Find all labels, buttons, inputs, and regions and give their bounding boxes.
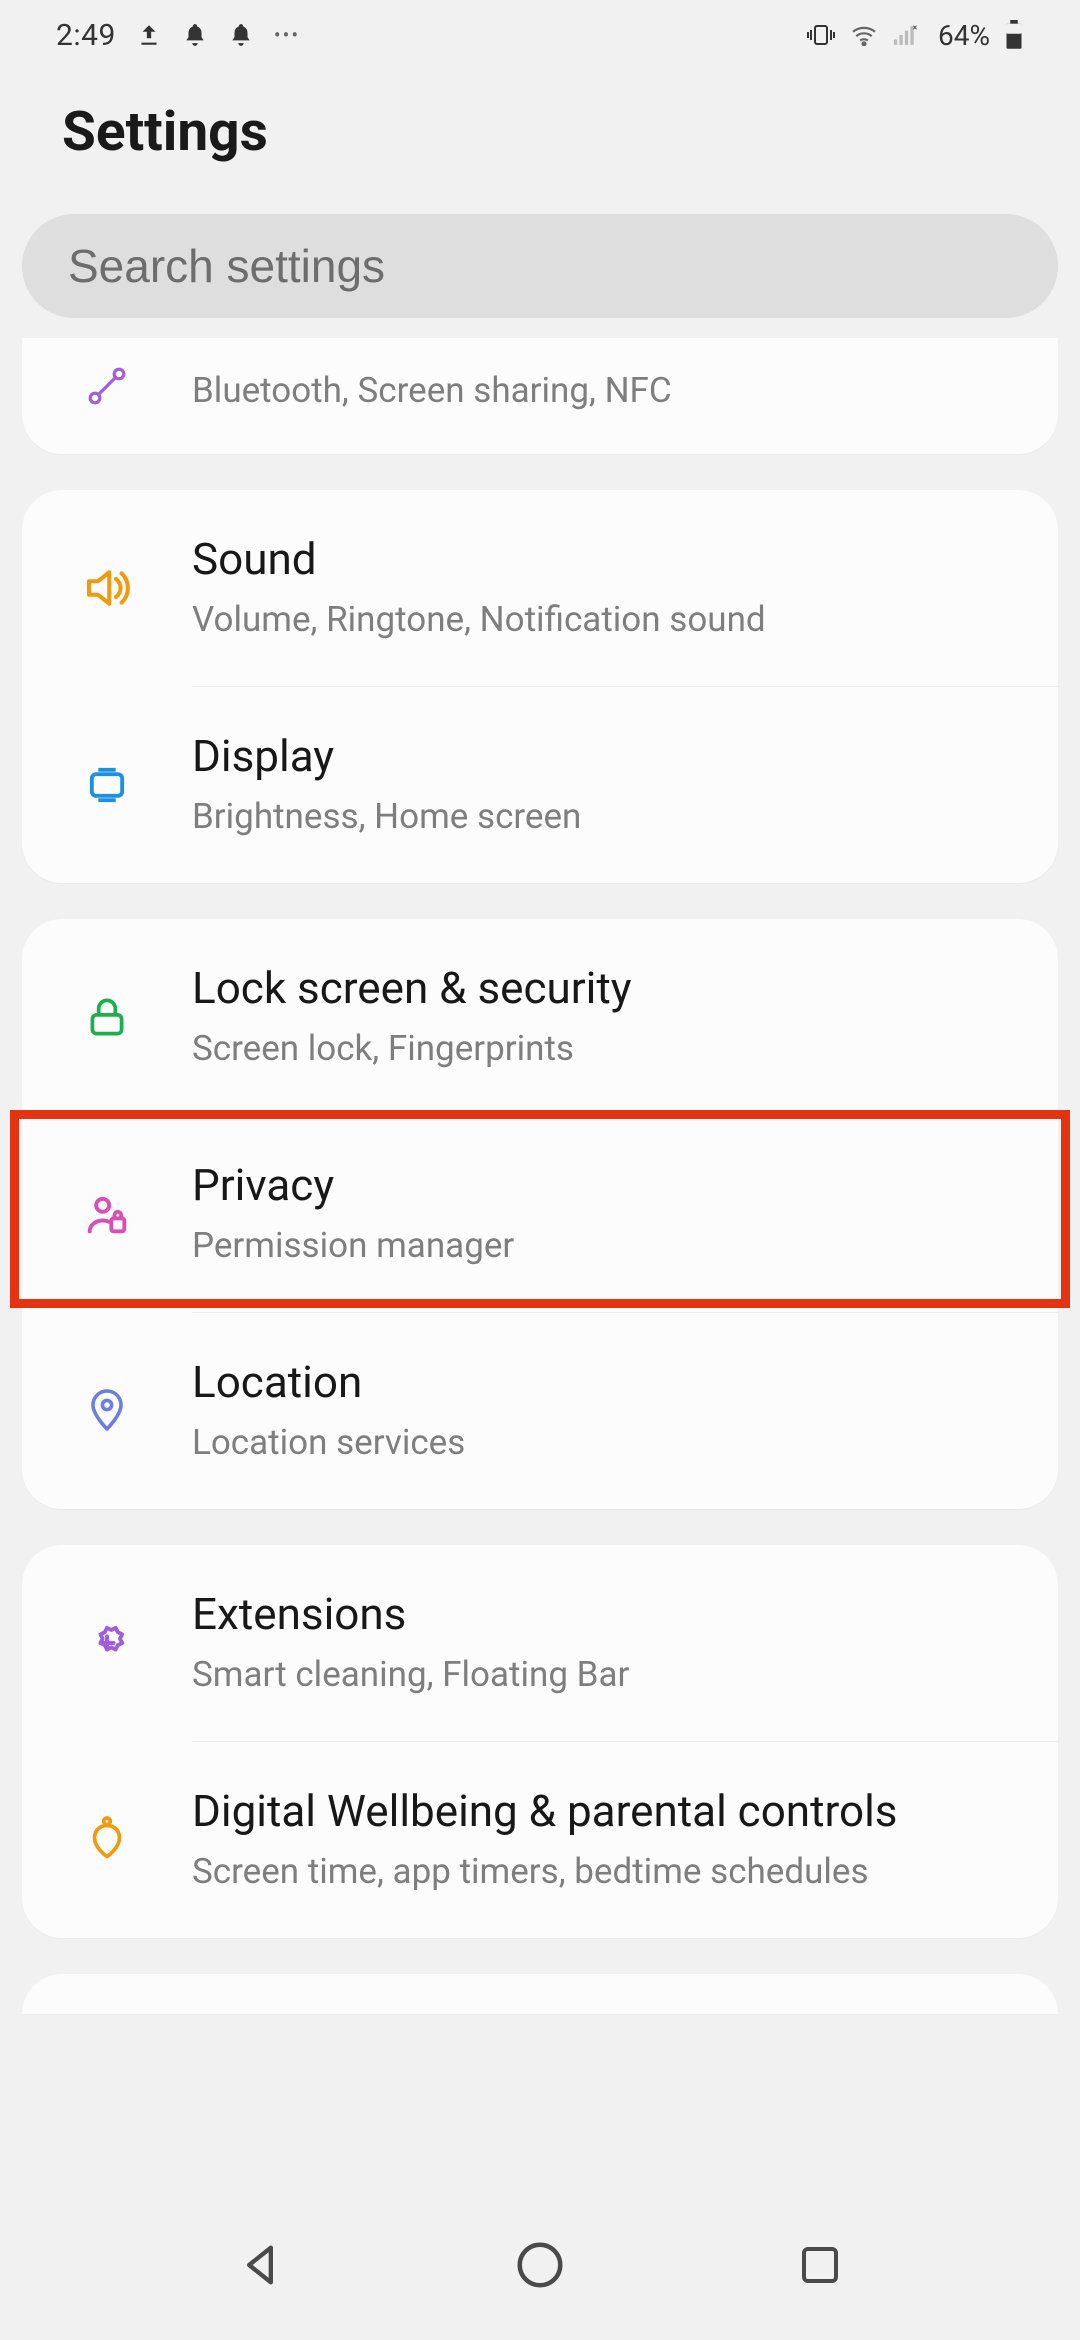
row-location[interactable]: Location Location services [22, 1313, 1058, 1509]
sound-icon [80, 561, 134, 615]
settings-list: Bluetooth, Screen sharing, NFC Sound Vol… [0, 338, 1080, 2044]
vibrate-icon [806, 22, 836, 48]
svg-text:×: × [913, 24, 918, 34]
lock-icon [82, 992, 132, 1042]
row-lock-screen[interactable]: Lock screen & security Screen lock, Fing… [22, 919, 1058, 1115]
row-display[interactable]: Display Brightness, Home screen [22, 687, 1058, 883]
row-privacy[interactable]: Privacy Permission manager [22, 1116, 1058, 1312]
status-clock: 2:49 [56, 18, 116, 53]
upload-icon [136, 22, 162, 48]
share-icon [83, 362, 131, 410]
extensions-icon [81, 1617, 133, 1669]
page-title: Settings [0, 70, 1080, 214]
row-subtitle: Screen time, app timers, bedtime schedul… [192, 1849, 998, 1895]
row-subtitle: Volume, Ringtone, Notification sound [192, 597, 998, 643]
card-connected: Bluetooth, Screen sharing, NFC [22, 338, 1058, 454]
row-sound[interactable]: Sound Volume, Ringtone, Notification sou… [22, 490, 1058, 686]
row-title: Display [192, 729, 998, 784]
nav-recents-button[interactable] [780, 2225, 860, 2305]
row-title: Privacy [192, 1158, 998, 1213]
wifi-icon [850, 24, 878, 46]
battery-icon [1004, 20, 1024, 50]
notification-bell-icon [182, 22, 208, 48]
row-title: Lock screen & security [192, 961, 998, 1016]
status-bar: 2:49 ••• × 64% [0, 0, 1080, 70]
row-digital-wellbeing[interactable]: Digital Wellbeing & parental controls Sc… [22, 1742, 1058, 1938]
status-more-icon: ••• [274, 23, 300, 47]
system-nav-bar [0, 2190, 1080, 2340]
signal-icon: × [892, 24, 920, 46]
row-subtitle: Bluetooth, Screen sharing, NFC [192, 368, 998, 414]
row-subtitle: Screen lock, Fingerprints [192, 1026, 998, 1072]
card-next-peek [22, 1974, 1058, 2014]
nav-back-button[interactable] [220, 2225, 300, 2305]
row-subtitle: Permission manager [192, 1223, 998, 1269]
notification-bell-icon [228, 22, 254, 48]
wellbeing-icon [82, 1813, 132, 1867]
row-title: Extensions [192, 1587, 998, 1642]
row-subtitle: Smart cleaning, Floating Bar [192, 1652, 998, 1698]
row-title: Sound [192, 532, 998, 587]
card-security: Lock screen & security Screen lock, Fing… [22, 919, 1058, 1509]
card-sound-display: Sound Volume, Ringtone, Notification sou… [22, 490, 1058, 883]
row-subtitle: Location services [192, 1420, 998, 1466]
search-input[interactable] [68, 239, 1012, 293]
nav-home-button[interactable] [500, 2225, 580, 2305]
battery-percent: 64% [938, 19, 990, 52]
location-icon [83, 1385, 131, 1437]
row-extensions[interactable]: Extensions Smart cleaning, Floating Bar [22, 1545, 1058, 1741]
row-title: Digital Wellbeing & parental controls [192, 1784, 998, 1839]
row-subtitle: Brightness, Home screen [192, 794, 998, 840]
row-connected-devices[interactable]: Bluetooth, Screen sharing, NFC [22, 338, 1058, 454]
row-title: Location [192, 1355, 998, 1410]
search-box[interactable] [22, 214, 1058, 318]
privacy-icon [81, 1188, 133, 1240]
display-icon [81, 759, 133, 811]
card-extensions: Extensions Smart cleaning, Floating Bar … [22, 1545, 1058, 1938]
